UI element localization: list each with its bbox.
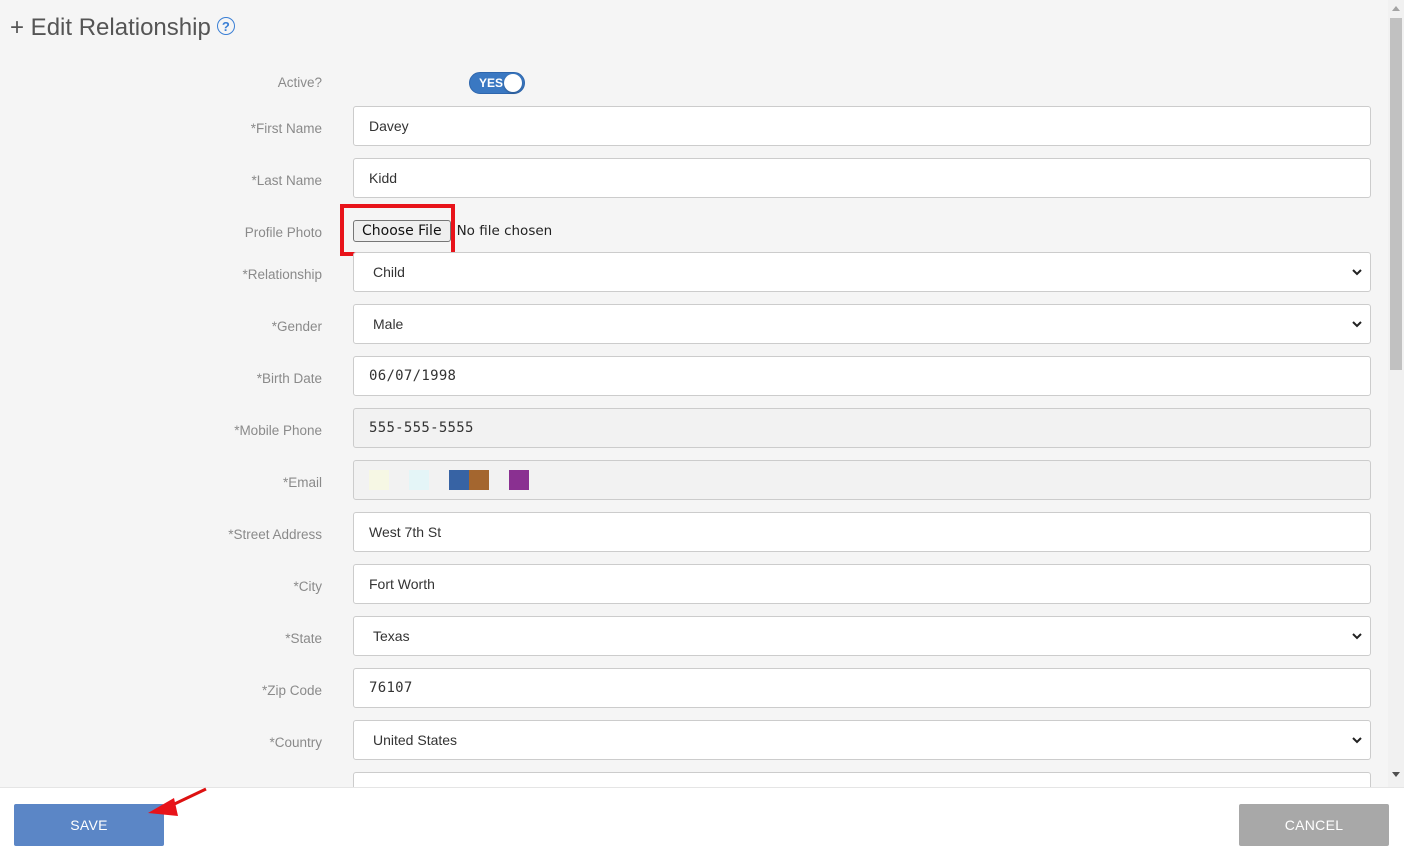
birth-date-label: *Birth Date <box>256 371 322 386</box>
help-icon[interactable]: ? <box>216 17 235 35</box>
state-select[interactable]: Texas <box>353 616 1371 656</box>
zip-code-label: *Zip Code <box>261 683 322 698</box>
email-field[interactable] <box>353 460 1371 500</box>
city-value: Fort Worth <box>369 576 435 592</box>
annotation-arrow-icon <box>148 787 207 816</box>
chevron-down-icon <box>1352 321 1362 328</box>
street-address-field[interactable]: West 7th St <box>353 512 1371 552</box>
cancel-button[interactable]: CANCEL <box>1239 804 1389 846</box>
redacted-block <box>469 470 489 490</box>
country-value: United States <box>373 732 458 748</box>
scroll-down-icon[interactable] <box>1392 772 1400 777</box>
form-scroll-area: + Edit Relationship ? Active? YES *First… <box>0 0 1388 787</box>
mobile-phone-label: *Mobile Phone <box>234 423 322 438</box>
scroll-up-icon[interactable] <box>1392 6 1400 11</box>
first-name-field[interactable]: Davey <box>353 106 1371 146</box>
gender-label: *Gender <box>271 319 322 334</box>
zip-code-value: 76107 <box>369 680 413 696</box>
relationship-select[interactable]: Child <box>353 252 1371 292</box>
active-label: Active? <box>277 75 322 90</box>
chevron-down-icon <box>1352 737 1362 744</box>
street-address-label: *Street Address <box>228 527 322 542</box>
relationship-value: Child <box>373 264 405 280</box>
street-address-value: West 7th St <box>369 524 442 540</box>
gender-value: Male <box>373 316 404 332</box>
last-name-value: Kidd <box>369 170 398 186</box>
highlight-box <box>340 204 455 256</box>
country-select[interactable]: United States <box>353 720 1371 760</box>
last-name-field[interactable]: Kidd <box>353 158 1371 198</box>
zip-code-field[interactable]: 76107 <box>353 668 1371 708</box>
first-name-label: *First Name <box>250 121 322 136</box>
page-title: + Edit Relationship ? <box>10 10 235 46</box>
state-value: Texas <box>373 628 410 644</box>
relationship-label: *Relationship <box>242 267 322 282</box>
toggle-knob <box>504 74 522 92</box>
city-label: *City <box>293 579 322 594</box>
birth-date-field[interactable]: 06/07/1998 <box>353 356 1371 396</box>
first-name-value: Davey <box>369 118 409 134</box>
footer-bar: SAVE CANCEL <box>0 787 1404 858</box>
last-name-label: *Last Name <box>251 173 322 188</box>
profile-photo-label: Profile Photo <box>244 225 322 240</box>
state-label: *State <box>285 631 322 646</box>
active-toggle[interactable]: YES <box>469 72 525 94</box>
gender-select[interactable]: Male <box>353 304 1371 344</box>
redacted-block <box>449 470 469 490</box>
redacted-block <box>369 470 389 490</box>
redacted-block <box>409 470 429 490</box>
redacted-block <box>509 470 529 490</box>
toggle-text: YES <box>479 76 504 90</box>
city-field[interactable]: Fort Worth <box>353 564 1371 604</box>
country-label: *Country <box>269 735 322 750</box>
mobile-phone-value: 555-555-5555 <box>369 420 474 436</box>
scroll-thumb[interactable] <box>1390 18 1402 370</box>
chevron-down-icon <box>1352 269 1362 276</box>
scrollbar[interactable] <box>1388 0 1404 787</box>
email-label: *Email <box>282 475 322 490</box>
chevron-down-icon <box>1352 633 1362 640</box>
next-field-partial[interactable] <box>353 772 1371 787</box>
birth-date-value: 06/07/1998 <box>369 368 457 384</box>
mobile-phone-field[interactable]: 555-555-5555 <box>353 408 1371 448</box>
page-title-text: + Edit Relationship <box>10 14 211 41</box>
file-status: No file chosen <box>456 223 553 239</box>
